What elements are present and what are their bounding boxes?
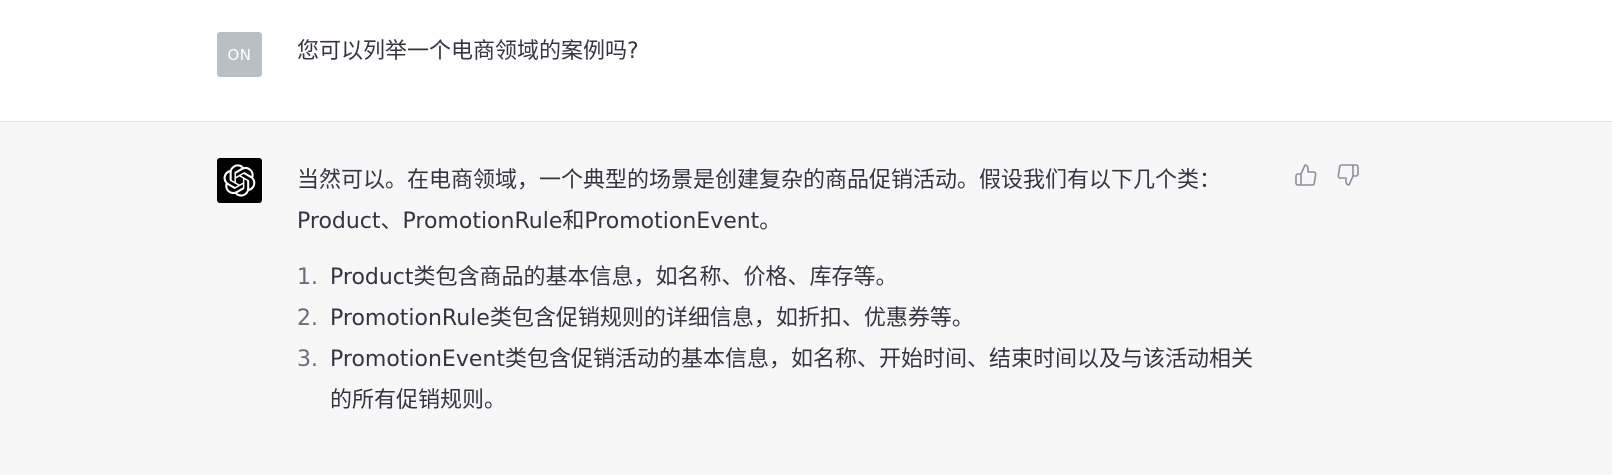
assistant-message-row: 当然可以。在电商领域，一个典型的场景是创建复杂的商品促销活动。假设我们有以下几个… xyxy=(0,122,1612,475)
list-item: 2. PromotionRule类包含促销规则的详细信息，如折扣、优惠券等。 xyxy=(297,298,1272,339)
thumbs-up-icon xyxy=(1295,164,1317,186)
list-item: 3. PromotionEvent类包含促销活动的基本信息，如名称、开始时间、结… xyxy=(297,339,1272,421)
user-message-text: 您可以列举一个电商领域的案例吗? xyxy=(297,39,639,64)
list-item-number: 3. xyxy=(297,347,318,372)
list-item-text: PromotionRule类包含促销规则的详细信息，如折扣、优惠券等。 xyxy=(330,306,974,331)
user-avatar: ON xyxy=(217,32,262,77)
openai-logo-icon xyxy=(223,164,256,197)
thumbs-up-button[interactable] xyxy=(1293,162,1319,188)
list-item-text: PromotionEvent类包含促销活动的基本信息，如名称、开始时间、结束时间… xyxy=(330,347,1253,413)
thumbs-down-icon xyxy=(1337,164,1359,186)
assistant-intro-text: 当然可以。在电商领域，一个典型的场景是创建复杂的商品促销活动。假设我们有以下几个… xyxy=(297,168,1222,234)
assistant-avatar xyxy=(217,158,262,203)
list-item-number: 1. xyxy=(297,265,318,290)
assistant-message-content: 当然可以。在电商领域，一个典型的场景是创建复杂的商品促销活动。假设我们有以下几个… xyxy=(297,160,1272,421)
list-item-number: 2. xyxy=(297,306,318,331)
list-item-text: Product类包含商品的基本信息，如名称、价格、库存等。 xyxy=(330,265,898,290)
assistant-list: 1. Product类包含商品的基本信息，如名称、价格、库存等。 2. Prom… xyxy=(297,257,1272,421)
list-item: 1. Product类包含商品的基本信息，如名称、价格、库存等。 xyxy=(297,257,1272,298)
feedback-buttons xyxy=(1293,162,1361,188)
thumbs-down-button[interactable] xyxy=(1335,162,1361,188)
user-message-row: ON 您可以列举一个电商领域的案例吗? xyxy=(0,0,1612,122)
